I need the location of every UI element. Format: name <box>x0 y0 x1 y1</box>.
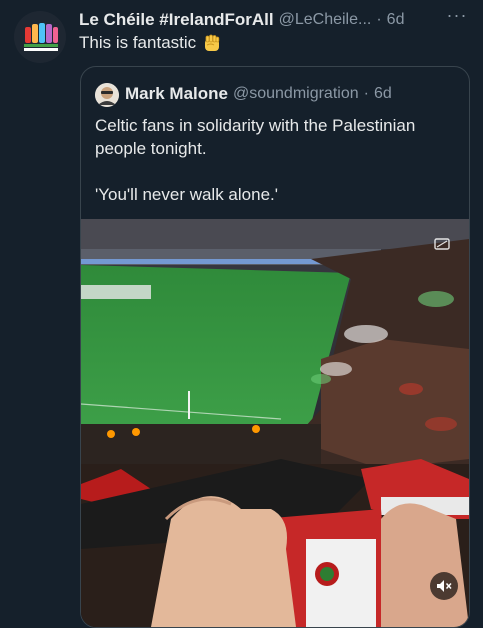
mute-icon <box>437 580 452 592</box>
quoted-tweet-header: Mark Malone @soundmigration · 6d <box>125 84 392 104</box>
avatar-logo-icon <box>14 11 66 63</box>
mute-button[interactable] <box>430 572 458 600</box>
quoted-author-name[interactable]: Mark Malone <box>125 84 228 104</box>
tweet-timestamp[interactable]: 6d <box>387 11 405 29</box>
quoted-timestamp[interactable]: 6d <box>374 85 392 103</box>
quoted-author-handle[interactable]: @soundmigration <box>233 85 359 103</box>
tweet[interactable]: Le Chéile #IrelandForAll @LeCheile... · … <box>0 0 483 628</box>
media-badge-icon <box>434 238 450 250</box>
more-options-button[interactable]: ··· <box>446 6 468 28</box>
raised-fist-emoji-icon <box>205 34 220 51</box>
stadium-video-frame <box>81 219 469 627</box>
tweet-text-content: This is fantastic <box>79 33 197 52</box>
author-avatar[interactable] <box>14 11 66 63</box>
tweet-header: Le Chéile #IrelandForAll @LeCheile... · … <box>79 8 449 32</box>
author-handle[interactable]: @LeCheile... <box>279 11 372 29</box>
separator-dot: · <box>376 11 382 28</box>
author-name[interactable]: Le Chéile #IrelandForAll <box>79 10 274 30</box>
video-player[interactable] <box>81 219 469 627</box>
separator-dot: · <box>363 85 369 102</box>
quoted-avatar-icon <box>95 83 119 107</box>
quoted-text-line: 'You'll never walk alone.' <box>95 185 278 204</box>
quoted-text-line: Celtic fans in solidarity with the Pales… <box>95 116 416 158</box>
quoted-tweet[interactable]: Mark Malone @soundmigration · 6d Celtic … <box>80 66 470 628</box>
tweet-text: This is fantastic <box>79 33 222 53</box>
quoted-author-avatar[interactable] <box>95 83 119 107</box>
quoted-tweet-text: Celtic fans in solidarity with the Pales… <box>95 114 457 206</box>
